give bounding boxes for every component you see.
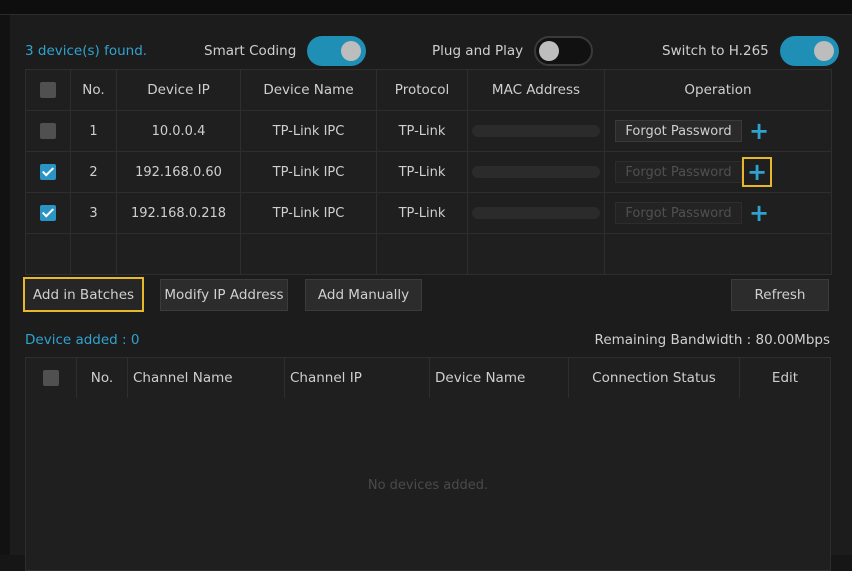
select-all-cell	[25, 69, 71, 111]
col-channel-name: Channel Name	[127, 357, 285, 399]
row-checkbox[interactable]	[40, 205, 56, 221]
channel-table: No. Channel Name Channel IP Device Name …	[25, 357, 831, 399]
empty-state-message: No devices added.	[367, 478, 489, 493]
top-bar	[0, 0, 852, 15]
row-device-ip: 10.0.0.4	[116, 110, 241, 152]
add-device-plus-icon[interactable]: +	[748, 119, 770, 143]
add-manually-button[interactable]: Add Manually	[305, 279, 422, 311]
switch-h265-toggle[interactable]	[779, 36, 839, 66]
row-device-name: TP-Link IPC	[240, 110, 377, 152]
switch-h265-group: Switch to H.265	[662, 35, 839, 67]
col-connection-status: Connection Status	[568, 357, 740, 399]
col-device-name: Device Name	[429, 357, 569, 399]
table-row-empty	[25, 233, 832, 275]
row-no: 3	[70, 192, 117, 234]
add-device-plus-icon[interactable]: +	[748, 201, 770, 225]
row-device-name: TP-Link IPC	[240, 151, 377, 193]
mac-address-blurred	[472, 166, 600, 178]
col-no: No.	[76, 357, 128, 399]
operation-cell: Forgot Password +	[606, 157, 831, 187]
row-no: 2	[70, 151, 117, 193]
plug-and-play-toggle[interactable]	[534, 36, 594, 66]
col-channel-ip: Channel IP	[284, 357, 430, 399]
smart-coding-toggle[interactable]	[307, 36, 367, 66]
device-added-count: Device added : 0	[25, 332, 140, 348]
smart-coding-group: Smart Coding	[204, 35, 367, 67]
channel-select-all-checkbox[interactable]	[43, 370, 59, 386]
channel-select-all-cell	[25, 357, 77, 399]
forgot-password-button: Forgot Password	[615, 161, 742, 183]
col-device-ip: Device IP	[116, 69, 241, 111]
left-strip	[0, 15, 10, 555]
smart-coding-label: Smart Coding	[204, 43, 297, 59]
row-device-name: TP-Link IPC	[240, 192, 377, 234]
switch-h265-label: Switch to H.265	[662, 43, 769, 59]
device-table: No. Device IP Device Name Protocol MAC A…	[25, 69, 832, 275]
plug-and-play-group: Plug and Play	[432, 35, 594, 67]
row-no: 1	[70, 110, 117, 152]
col-edit: Edit	[739, 357, 831, 399]
mac-address-blurred	[472, 125, 600, 137]
table-row[interactable]: 3 192.168.0.218 TP-Link IPC TP-Link Forg…	[25, 192, 832, 234]
row-protocol: TP-Link	[376, 110, 468, 152]
mac-address-blurred	[472, 207, 600, 219]
devices-found-count: 3 device(s) found.	[25, 43, 148, 59]
channel-table-header: No. Channel Name Channel IP Device Name …	[25, 357, 831, 399]
row-device-ip: 192.168.0.60	[116, 151, 241, 193]
add-in-batches-button[interactable]: Add in Batches	[23, 277, 144, 312]
add-device-plus-icon[interactable]: +	[742, 157, 772, 187]
select-all-checkbox[interactable]	[40, 82, 56, 98]
row-checkbox[interactable]	[40, 164, 56, 180]
col-mac-address: MAC Address	[467, 69, 605, 111]
col-protocol: Protocol	[376, 69, 468, 111]
device-discovery-panel: 3 device(s) found. Smart Coding Plug and…	[10, 15, 852, 571]
plug-and-play-label: Plug and Play	[432, 43, 524, 59]
forgot-password-button: Forgot Password	[615, 202, 742, 224]
operation-cell: Forgot Password +	[606, 119, 831, 143]
operation-cell: Forgot Password +	[606, 201, 831, 225]
toggle-knob	[813, 41, 834, 61]
channel-table-body: No devices added.	[25, 398, 831, 571]
table-row[interactable]: 1 10.0.0.4 TP-Link IPC TP-Link Forgot Pa…	[25, 110, 832, 152]
col-operation: Operation	[604, 69, 832, 111]
table-row[interactable]: 2 192.168.0.60 TP-Link IPC TP-Link Forgo…	[25, 151, 832, 193]
row-checkbox[interactable]	[40, 123, 56, 139]
device-table-header: No. Device IP Device Name Protocol MAC A…	[25, 69, 832, 111]
row-protocol: TP-Link	[376, 151, 468, 193]
toggle-knob	[341, 41, 362, 61]
col-no: No.	[70, 69, 117, 111]
modify-ip-address-button[interactable]: Modify IP Address	[160, 279, 288, 311]
refresh-button[interactable]: Refresh	[731, 279, 829, 311]
remaining-bandwidth: Remaining Bandwidth : 80.00Mbps	[594, 332, 830, 348]
row-device-ip: 192.168.0.218	[116, 192, 241, 234]
toggle-knob	[539, 41, 560, 61]
forgot-password-button[interactable]: Forgot Password	[615, 120, 742, 142]
row-protocol: TP-Link	[376, 192, 468, 234]
col-device-name: Device Name	[240, 69, 377, 111]
